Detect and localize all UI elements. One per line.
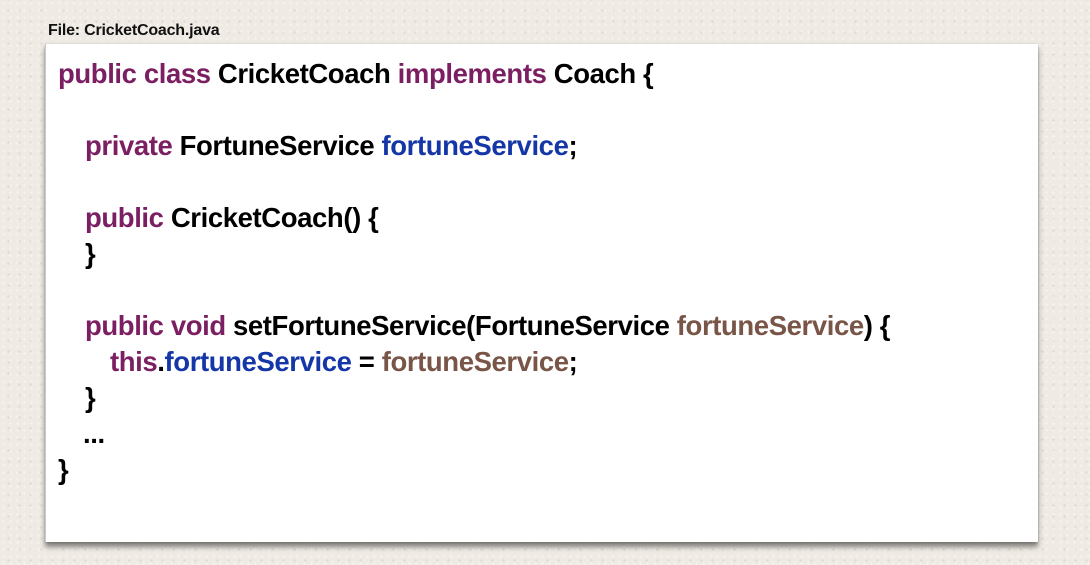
semicolon: ; bbox=[568, 130, 578, 161]
keyword-public: public bbox=[85, 202, 164, 233]
close-brace: } bbox=[85, 382, 96, 413]
field-name: fortuneService bbox=[381, 130, 569, 161]
open-brace: { bbox=[368, 202, 379, 233]
close-brace: } bbox=[85, 238, 96, 269]
close-brace: } bbox=[58, 454, 69, 485]
file-name-label: File: CricketCoach.java bbox=[48, 22, 220, 39]
code-line-setter-close: } bbox=[58, 380, 890, 416]
keyword-this: this bbox=[110, 346, 158, 377]
code-line-field-declaration: private FortuneService fortuneService; bbox=[58, 128, 890, 164]
code-line-constructor: public CricketCoach() { bbox=[58, 200, 890, 236]
close-paren: ) bbox=[863, 310, 873, 341]
code-line-ellipsis: ... bbox=[58, 416, 890, 452]
class-name: CricketCoach bbox=[217, 58, 391, 89]
keyword-public: public bbox=[85, 310, 164, 341]
interface-name: Coach bbox=[553, 58, 636, 89]
semicolon: ; bbox=[568, 346, 578, 377]
keyword-class: class bbox=[143, 58, 211, 89]
open-brace: { bbox=[879, 310, 891, 341]
keyword-void: void bbox=[170, 310, 226, 341]
code-line-class-declaration: public class CricketCoach implements Coa… bbox=[58, 56, 890, 92]
keyword-implements: implements bbox=[397, 58, 547, 89]
parameter-name: fortuneService bbox=[676, 310, 864, 341]
code-panel: public class CricketCoach implements Coa… bbox=[45, 43, 1038, 542]
field-name: fortuneService bbox=[164, 346, 352, 377]
code-line-constructor-close: } bbox=[58, 236, 890, 272]
method-signature: setFortuneService(FortuneService bbox=[233, 310, 670, 341]
code-line-class-close: } bbox=[58, 452, 890, 488]
field-type: FortuneService bbox=[179, 130, 375, 161]
dot: . bbox=[157, 346, 165, 377]
constructor-name: CricketCoach() bbox=[170, 202, 361, 233]
assign-operator: = bbox=[358, 346, 375, 377]
code-line-assignment: this.fortuneService = fortuneService; bbox=[58, 344, 890, 380]
ellipsis: ... bbox=[83, 418, 105, 449]
code-line-setter-signature: public void setFortuneService(FortuneSer… bbox=[58, 308, 891, 344]
code-block: public class CricketCoach implements Coa… bbox=[58, 56, 891, 488]
open-brace: { bbox=[643, 58, 654, 89]
keyword-private: private bbox=[85, 130, 173, 161]
keyword-public: public bbox=[58, 58, 137, 89]
parameter-name: fortuneService bbox=[381, 346, 569, 377]
